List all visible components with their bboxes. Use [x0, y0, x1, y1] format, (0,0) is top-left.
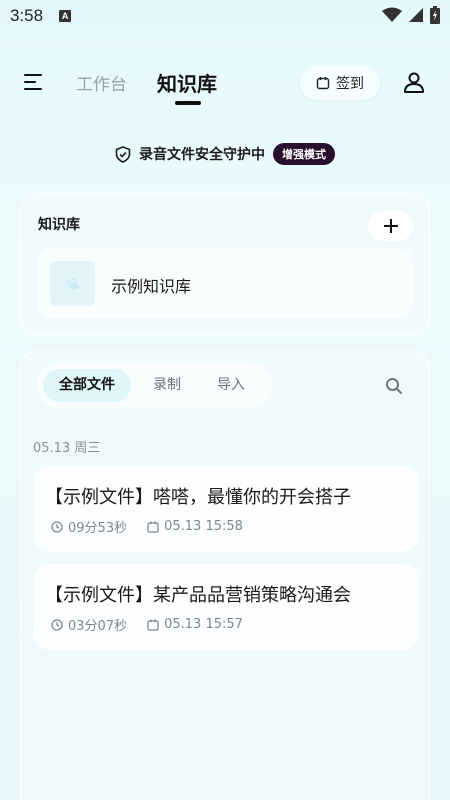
file-item[interactable]: 【示例文件】某产品品营销策略沟通会 03分07秒 05.13 15:57 — [33, 564, 419, 650]
accessibility-a-icon: A — [59, 10, 72, 22]
knowledge-base-item[interactable]: 示例知识库 — [38, 249, 413, 318]
date-group-label: 05.13 周三 — [33, 441, 101, 456]
calendar-icon — [147, 521, 159, 533]
checkin-label: 签到 — [336, 76, 364, 92]
file-meta: 09分53秒 05.13 15:58 — [51, 517, 263, 536]
menu-button[interactable] — [24, 73, 44, 91]
book-icon — [66, 277, 79, 290]
file-datetime: 05.13 15:58 — [164, 519, 243, 534]
segment-all-files[interactable]: 全部文件 — [43, 369, 131, 402]
file-duration: 09分53秒 — [68, 521, 128, 536]
clock-icon — [51, 520, 63, 533]
file-meta: 03分07秒 05.13 15:57 — [51, 615, 263, 634]
search-button[interactable] — [385, 377, 403, 395]
calendar-icon — [316, 77, 330, 90]
menu-icon-line — [24, 88, 42, 90]
knowledge-base-item-label: 示例知识库 — [111, 277, 192, 296]
tab-knowledge-base[interactable]: 知识库 — [157, 68, 217, 97]
shield-check-icon — [115, 145, 131, 163]
menu-icon-line — [24, 74, 42, 76]
file-datetime: 05.13 15:57 — [164, 617, 243, 632]
user-icon — [404, 72, 424, 93]
profile-button[interactable] — [402, 70, 426, 94]
add-knowledge-base-button[interactable] — [368, 211, 413, 241]
top-nav: 工作台 知识库 签到 — [0, 62, 450, 106]
security-text: 录音文件安全守护中 — [139, 147, 265, 163]
file-filter-segments: 全部文件 录制 导入 — [37, 363, 273, 408]
file-duration: 03分07秒 — [68, 619, 128, 634]
knowledge-base-title: 知识库 — [38, 217, 80, 233]
file-title: 【示例文件】某产品品营销策略沟通会 — [45, 585, 351, 606]
checkin-button[interactable]: 签到 — [300, 66, 380, 100]
segment-imported[interactable]: 导入 — [203, 369, 259, 402]
knowledge-base-card: 知识库 示例知识库 — [20, 193, 430, 335]
search-icon — [386, 378, 402, 394]
file-title: 【示例文件】嗒嗒，最懂你的开会搭子 — [45, 487, 351, 508]
status-time: 3:58 — [10, 6, 44, 25]
active-tab-indicator — [175, 101, 201, 105]
clock-icon — [51, 618, 63, 631]
status-bar: 3:58 A — [0, 0, 450, 32]
calendar-icon — [147, 619, 159, 631]
segment-recorded[interactable]: 录制 — [139, 369, 195, 402]
enhanced-mode-badge[interactable]: 增强模式 — [273, 143, 335, 165]
tab-workbench[interactable]: 工作台 — [76, 70, 127, 95]
wifi-icon — [382, 7, 402, 22]
plus-icon — [383, 219, 398, 233]
status-icons — [382, 6, 440, 24]
files-card: 全部文件 录制 导入 05.13 周三 【示例文件】嗒嗒，最懂你的开会搭子 09… — [20, 350, 430, 800]
security-banner: 录音文件安全守护中 增强模式 — [0, 142, 450, 166]
battery-charging-icon — [430, 6, 440, 24]
knowledge-base-thumbnail — [50, 261, 95, 306]
signal-icon — [409, 8, 423, 22]
menu-icon-line — [24, 81, 36, 83]
file-item[interactable]: 【示例文件】嗒嗒，最懂你的开会搭子 09分53秒 05.13 15:58 — [33, 466, 419, 552]
